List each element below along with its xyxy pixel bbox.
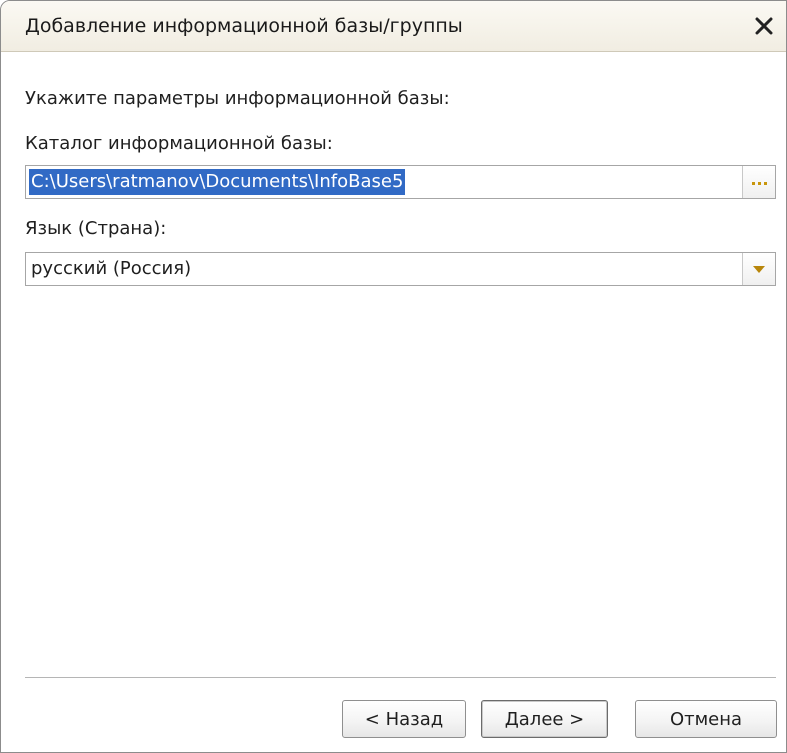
language-value: русский (Россия) xyxy=(31,258,192,279)
dialog-window: Добавление информационной базы/группы Ук… xyxy=(0,0,787,753)
browse-button[interactable] xyxy=(742,166,775,198)
language-dropdown-button[interactable] xyxy=(742,253,775,285)
dropdown-arrow-icon xyxy=(753,266,765,273)
catalog-path-input[interactable]: C:\Users\ratmanov\Documents\InfoBase5 xyxy=(25,165,776,199)
title-bar: Добавление информационной базы/группы xyxy=(1,1,786,52)
footer-divider xyxy=(25,677,776,679)
close-button[interactable] xyxy=(748,10,780,42)
language-label: Язык (Страна): xyxy=(25,218,167,239)
dialog-body: Укажите параметры информационной базы: К… xyxy=(1,52,786,752)
close-icon xyxy=(755,17,773,35)
catalog-path-value[interactable]: C:\Users\ratmanov\Documents\InfoBase5 xyxy=(29,169,406,195)
next-button[interactable]: Далее > xyxy=(481,700,608,738)
instruction-text: Укажите параметры информационной базы: xyxy=(25,88,450,109)
ellipsis-icon xyxy=(752,182,767,185)
cancel-button[interactable]: Отмена xyxy=(635,700,777,738)
window-title: Добавление информационной базы/группы xyxy=(25,15,463,37)
catalog-label: Каталог информационной базы: xyxy=(25,133,333,154)
language-select[interactable]: русский (Россия) xyxy=(25,252,776,286)
back-button[interactable]: < Назад xyxy=(342,700,466,738)
